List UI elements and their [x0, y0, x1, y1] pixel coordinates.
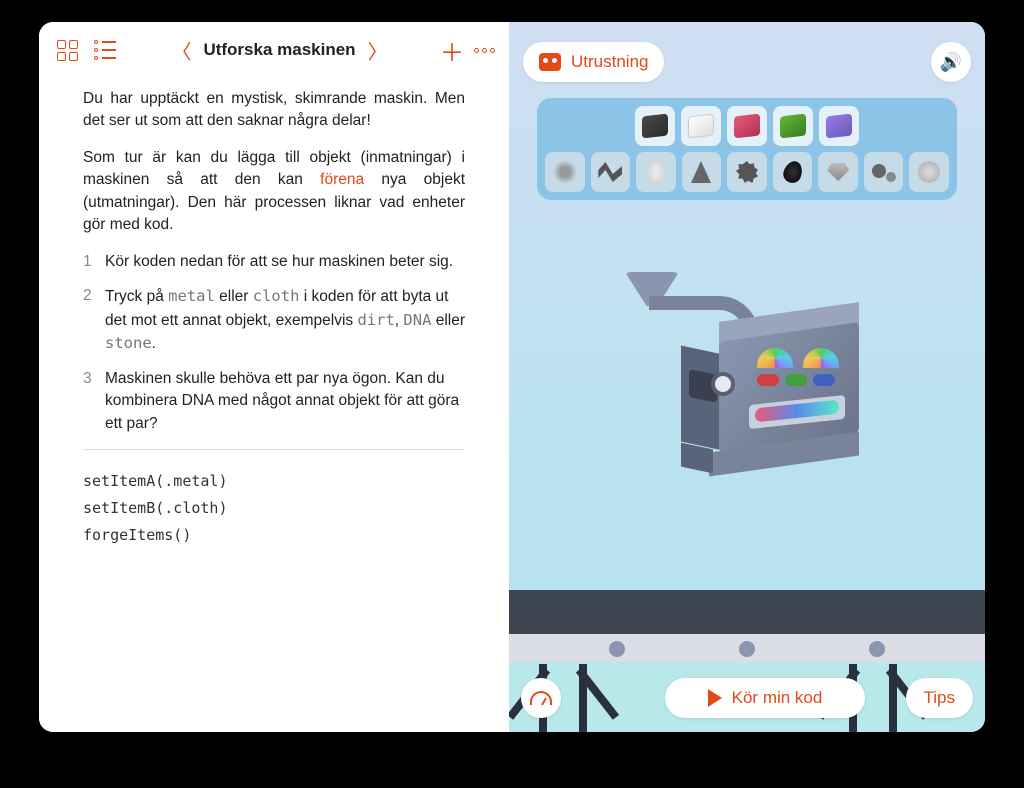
intro-para-1: Du har upptäckt en mystisk, skimrande ma…	[83, 88, 465, 133]
code-token-dna: DNA	[403, 311, 431, 329]
code-token-metal: metal	[168, 287, 215, 305]
item-gem[interactable]	[818, 152, 858, 192]
equipment-button[interactable]: Utrustning	[523, 42, 664, 82]
intro-para-2: Som tur är kan du lägga till objekt (inm…	[83, 147, 465, 237]
item-egg[interactable]	[636, 152, 676, 192]
divider	[83, 449, 465, 450]
step-2: 2 Tryck på metal eller cloth i koden för…	[83, 285, 465, 355]
run-label: Kör min kod	[732, 688, 823, 708]
speed-button[interactable]	[521, 678, 561, 718]
step-3: 3 Maskinen skulle behöva ett par nya ögo…	[83, 368, 465, 435]
list-view-icon[interactable]	[91, 36, 119, 64]
page-title: Utforska maskinen	[203, 40, 355, 60]
code-token-cloth: cloth	[253, 287, 300, 305]
app-window: 〈 Utforska maskinen 〉 ＋ Du har upptäckt …	[39, 22, 985, 732]
item-dirt[interactable]	[773, 106, 813, 146]
left-pane: 〈 Utforska maskinen 〉 ＋ Du har upptäckt …	[39, 22, 509, 732]
item-cloth[interactable]	[681, 106, 721, 146]
run-code-button[interactable]: Kör min kod	[665, 678, 865, 718]
lesson-content: Du har upptäckt en mystisk, skimrande ma…	[39, 78, 509, 549]
item-stone[interactable]	[819, 106, 859, 146]
tips-label: Tips	[924, 688, 956, 708]
speaker-icon: 🔊	[940, 52, 962, 73]
add-button[interactable]: ＋	[440, 33, 464, 68]
item-wire[interactable]	[591, 152, 631, 192]
robot-icon	[539, 53, 561, 71]
item-seed[interactable]	[773, 152, 813, 192]
play-icon	[708, 689, 722, 707]
rivet-icon	[609, 641, 625, 657]
code-line-3[interactable]: forgeItems()	[83, 522, 465, 549]
item-spring[interactable]	[545, 152, 585, 192]
code-line-2[interactable]: setItemB(.cloth)	[83, 495, 465, 522]
equipment-label: Utrustning	[571, 52, 648, 72]
rivet-icon	[739, 641, 755, 657]
title-block: 〈 Utforska maskinen 〉	[169, 36, 389, 65]
item-palette	[537, 98, 957, 200]
machine-illustration	[599, 272, 919, 502]
item-tree[interactable]	[682, 152, 722, 192]
item-metal[interactable]	[635, 106, 675, 146]
conveyor-belt	[509, 590, 985, 634]
steps-list: 1 Kör koden nedan för att se hur maskine…	[83, 251, 465, 435]
item-gear[interactable]	[727, 152, 767, 192]
more-button[interactable]	[474, 48, 495, 53]
step-1: 1 Kör koden nedan för att se hur maskine…	[83, 251, 465, 273]
toolbar: 〈 Utforska maskinen 〉 ＋	[39, 22, 509, 78]
code-token-dirt: dirt	[357, 311, 394, 329]
item-crystal[interactable]	[727, 106, 767, 146]
item-dna[interactable]	[909, 152, 949, 192]
sound-toggle[interactable]: 🔊	[931, 42, 971, 82]
next-page-button[interactable]: 〉	[366, 36, 390, 65]
item-cells[interactable]	[864, 152, 904, 192]
grid-view-icon[interactable]	[53, 36, 81, 64]
code-editor[interactable]: setItemA(.metal) setItemB(.cloth) forgeI…	[83, 468, 465, 549]
tips-button[interactable]: Tips	[906, 678, 974, 718]
rivet-icon	[869, 641, 885, 657]
live-view: Utrustning 🔊	[509, 22, 985, 732]
prev-page-button[interactable]: 〈	[169, 36, 193, 65]
code-token-stone: stone	[105, 334, 152, 352]
link-forena[interactable]: förena	[320, 171, 364, 188]
speedometer-icon	[530, 691, 552, 705]
code-line-1[interactable]: setItemA(.metal)	[83, 468, 465, 495]
